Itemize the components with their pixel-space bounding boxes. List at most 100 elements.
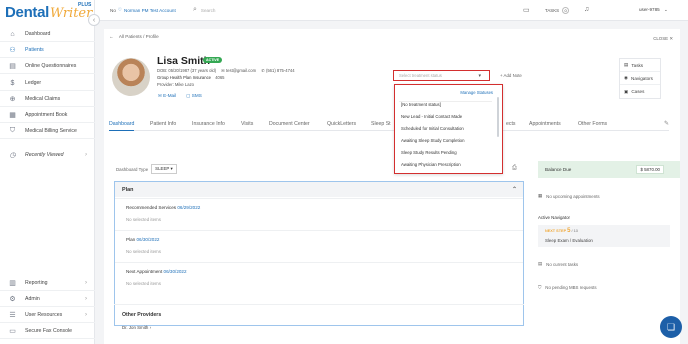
patient-email: test@gmail.com [225,68,257,73]
email-link[interactable]: ✉ E-Mail [158,93,176,99]
tab-other-forms[interactable]: Other Forms [578,121,607,127]
practice-selector[interactable]: No ♡ Norman PM Test Account [110,7,176,13]
sidebar: Dental Writer PLUS ⌂ Dashboard ⚇ Patient… [0,0,95,344]
cases-action[interactable]: ▣ Cases [620,85,660,98]
logo-plus-text: PLUS [78,2,92,8]
dollar-icon: $ [10,79,15,87]
sidebar-item-online-questionnaires[interactable]: ▤ Online Questionnaires [0,59,95,74]
close-icon: ✕ [669,36,673,41]
status-option[interactable]: Scheduled for Initial Consultation [401,126,464,131]
close-button[interactable]: CLOSE ✕ [653,36,673,42]
sidebar-item-patients[interactable]: ⚇ Patients [0,43,95,58]
status-option[interactable]: New Lead - Initial Contact Made [401,114,462,119]
sidebar-item-label: Dashboard [25,31,51,37]
edit-icon[interactable]: ✎ [664,120,669,127]
printer-icon[interactable]: ⎙ [512,165,517,172]
other-provider-item[interactable]: Dr. Jon Smith › [122,325,151,330]
sidebar-item-medical-billing-service[interactable]: ⛉ Medical Billing Service [0,124,95,139]
status-option[interactable]: Awaiting Physician Prescription [401,162,461,167]
search-input[interactable]: ⌕ Search [193,6,215,14]
sidebar-item-label: Medical Billing Service [25,128,77,134]
sidebar-item-medical-claims[interactable]: ⊕ Medical Claims [0,92,95,107]
sidebar-item-recently-viewed[interactable]: ◷ Recently Viewed › [0,147,95,162]
tasks-action[interactable]: ▤ Tasks [620,59,660,72]
sidebar-item-ledger[interactable]: $ Ledger [0,76,95,91]
app-root: Dental Writer PLUS ⌂ Dashboard ⚇ Patient… [0,0,688,344]
section-empty: No selected items [126,281,161,286]
breadcrumb[interactable]: ← All Patients / Profile [109,34,159,39]
chevron-up-icon: ⌃ [511,187,517,193]
bell-icon[interactable]: ♫ [584,6,589,13]
dashboard-type-select[interactable]: SLEEP ▾ [151,164,177,174]
sms-link-label: SMS [191,93,202,98]
patient-dob: DOB: 05/20/1987 (37 years old) [157,68,217,73]
sidebar-item-label: Secure Fax Console [25,328,72,334]
tab-dashboard[interactable]: Dashboard [109,121,135,131]
sidebar-item-admin[interactable]: ⚙ Admin › [0,292,95,307]
sidebar-item-label: Admin [25,296,40,302]
tab-quickletters[interactable]: QuickLetters [327,121,356,127]
patient-phone: (561) 875-4744 [265,68,295,73]
dashboard-type-value: SLEEP [155,166,170,171]
tab-projects[interactable]: ects [506,121,516,127]
monitor-icon[interactable]: ▭ [523,6,530,14]
tasks-label: TASKS [545,8,560,13]
balance-label: Balance Due [545,167,572,172]
sidebar-item-reporting[interactable]: ▥ Reporting › [0,276,95,291]
brand-logo[interactable]: Dental Writer PLUS [5,2,92,21]
chevron-left-icon: ‹ [92,16,96,24]
status-option[interactable]: Awaiting Sleep Study Completion [401,138,464,143]
shield-icon: ⛉ [9,127,16,134]
tab-appointments[interactable]: Appointments [529,121,561,127]
sidebar-item-label: Medical Claims [25,96,61,102]
chat-icon: ❏ [666,321,676,332]
reporting-icon: ▥ [9,280,16,287]
user-menu[interactable]: user-9785 ⌄ [639,7,668,13]
sidebar-item-label: Recently Viewed [25,151,64,158]
sidebar-item-dashboard[interactable]: ⌂ Dashboard [0,27,95,42]
tasks-button[interactable]: TASKS 0 [545,7,570,14]
tab-patient-info[interactable]: Patient Info [150,121,176,127]
tab-insurance-info[interactable]: Insurance Info [192,121,225,127]
section-date: 06/30/2022 [136,237,160,242]
tab-document-center[interactable]: Document Center [269,121,310,127]
treatment-status-select[interactable]: Select treatment status ▾ [393,70,490,81]
sidebar-item-appointment-book[interactable]: ▦ Appointment Book [0,108,95,123]
chevron-right-icon: › [85,280,87,286]
close-label: CLOSE [653,36,669,41]
back-arrow-icon: ← [109,34,114,39]
chevron-right-icon: › [85,312,87,318]
resources-icon: ☰ [9,312,16,319]
navigators-action[interactable]: ◉ Navigators [620,72,660,85]
email-icon: ✉ [221,68,225,73]
dropdown-scrollbar[interactable] [497,97,499,137]
navigators-action-label: Navigators [631,75,653,81]
plan-section-label[interactable]: Next Appointment 06/30/2022 [126,269,187,274]
tasks-action-label: Tasks [631,62,644,68]
collapse-sidebar-button[interactable]: ‹ [88,14,100,26]
manage-statuses-link[interactable]: Manage Statuses [460,90,493,95]
chat-button[interactable]: ❏ [660,316,682,338]
sidebar-item-user-resources[interactable]: ☰ User Resources › [0,308,95,323]
treatment-status-placeholder: Select treatment status [399,73,442,78]
questionnaire-icon: ▤ [9,63,16,70]
balance-due: Balance Due $ 5870.00 [538,161,680,178]
section-title: Plan [126,237,136,242]
sidebar-item-secure-fax-console[interactable]: ▭ Secure Fax Console [0,324,95,339]
step-label: Sleep Exam / Evaluation [545,238,593,243]
plan-title: Plan [122,186,134,193]
status-option[interactable]: [No treatment status] [401,102,441,107]
right-panel: Balance Due $ 5870.00 ▦ No upcoming appoi… [538,161,680,290]
status-option[interactable]: Sleep Study Results Pending [401,150,457,155]
plan-section-label[interactable]: Plan 06/30/2022 [126,237,159,242]
topbar: No ♡ Norman PM Test Account ⌕ Search ▭ T… [95,0,688,21]
caret-down-icon: ▾ [478,72,481,79]
add-note-button[interactable]: + Add Note [500,73,522,78]
tab-visits[interactable]: Visits [241,121,253,127]
sms-link[interactable]: ▢ SMS [186,93,202,99]
tab-sleep-studies[interactable]: Sleep St [371,121,391,127]
plan-section-label[interactable]: Recommended Services 06/29/2022 [126,205,200,210]
plan-header[interactable]: Plan ⌃ [115,182,523,197]
balance-amount: $ 5870.00 [636,165,664,174]
navigator-card[interactable]: NEXT STEP 5 / 13 Sleep Exam / Evaluation [538,225,670,247]
